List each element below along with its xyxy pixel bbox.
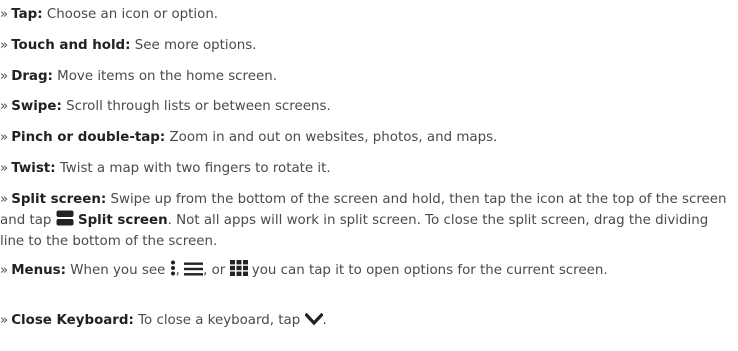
bullet: » [0, 38, 9, 53]
list-item-menus: » Menus: When you see , , or you can tap … [0, 260, 736, 281]
list-item-split-screen: » Split screen: Swipe up from the bottom … [0, 189, 736, 252]
term-split-screen: Split screen: [11, 192, 107, 207]
bullet: » [0, 99, 9, 114]
bullet: » [0, 7, 9, 22]
list-item-pinch: » Pinch or double-tap: Zoom in and out on… [0, 127, 736, 148]
term-swipe: Swipe: [11, 99, 62, 114]
term-close-keyboard: Close Keyboard: [11, 313, 134, 328]
list-item-tap: » Tap: Choose an icon or option. [0, 4, 736, 25]
separator: , [175, 263, 185, 278]
list-item-swipe: » Swipe: Scroll through lists or between … [0, 96, 736, 117]
grid-menu-icon [229, 260, 248, 276]
bullet: » [0, 161, 9, 176]
description: Move items on the home screen. [52, 69, 277, 84]
description: To close a keyboard, tap [133, 313, 305, 328]
list-item-drag: » Drag: Move items on the home screen. [0, 66, 736, 87]
description: When you see [66, 263, 170, 278]
split-screen-icon [56, 210, 74, 226]
bullet: » [0, 130, 9, 145]
term-twist: Twist: [11, 161, 56, 176]
description-end: . [322, 313, 327, 328]
description: Scroll through lists or between screens. [61, 99, 331, 114]
bullet: » [0, 192, 9, 207]
bullet: » [0, 313, 9, 328]
description: Choose an icon or option. [42, 7, 219, 22]
term-touch-and-hold: Touch and hold: [11, 38, 131, 53]
term-tap: Tap: [11, 7, 43, 22]
list-item-close-keyboard: » Close Keyboard: To close a keyboard, ta… [0, 310, 736, 331]
term-drag: Drag: [11, 69, 53, 84]
description: Twist a map with two fingers to rotate i… [55, 161, 331, 176]
list-item-twist: » Twist: Twist a map with two fingers to … [0, 158, 736, 179]
bullet: » [0, 69, 9, 84]
term-menus: Menus: [11, 263, 67, 278]
bullet: » [0, 263, 9, 278]
description-continued: you can tap it to open options for the c… [247, 263, 608, 278]
description: See more options. [130, 38, 257, 53]
separator: , or [203, 263, 230, 278]
chevron-down-icon [304, 313, 323, 326]
list-item-touch-and-hold: » Touch and hold: See more options. [0, 35, 736, 56]
description: Zoom in and out on websites, photos, and… [165, 130, 498, 145]
term-pinch: Pinch or double-tap: [11, 130, 166, 145]
hamburger-menu-icon [184, 262, 204, 276]
split-screen-label: Split screen [77, 213, 168, 228]
